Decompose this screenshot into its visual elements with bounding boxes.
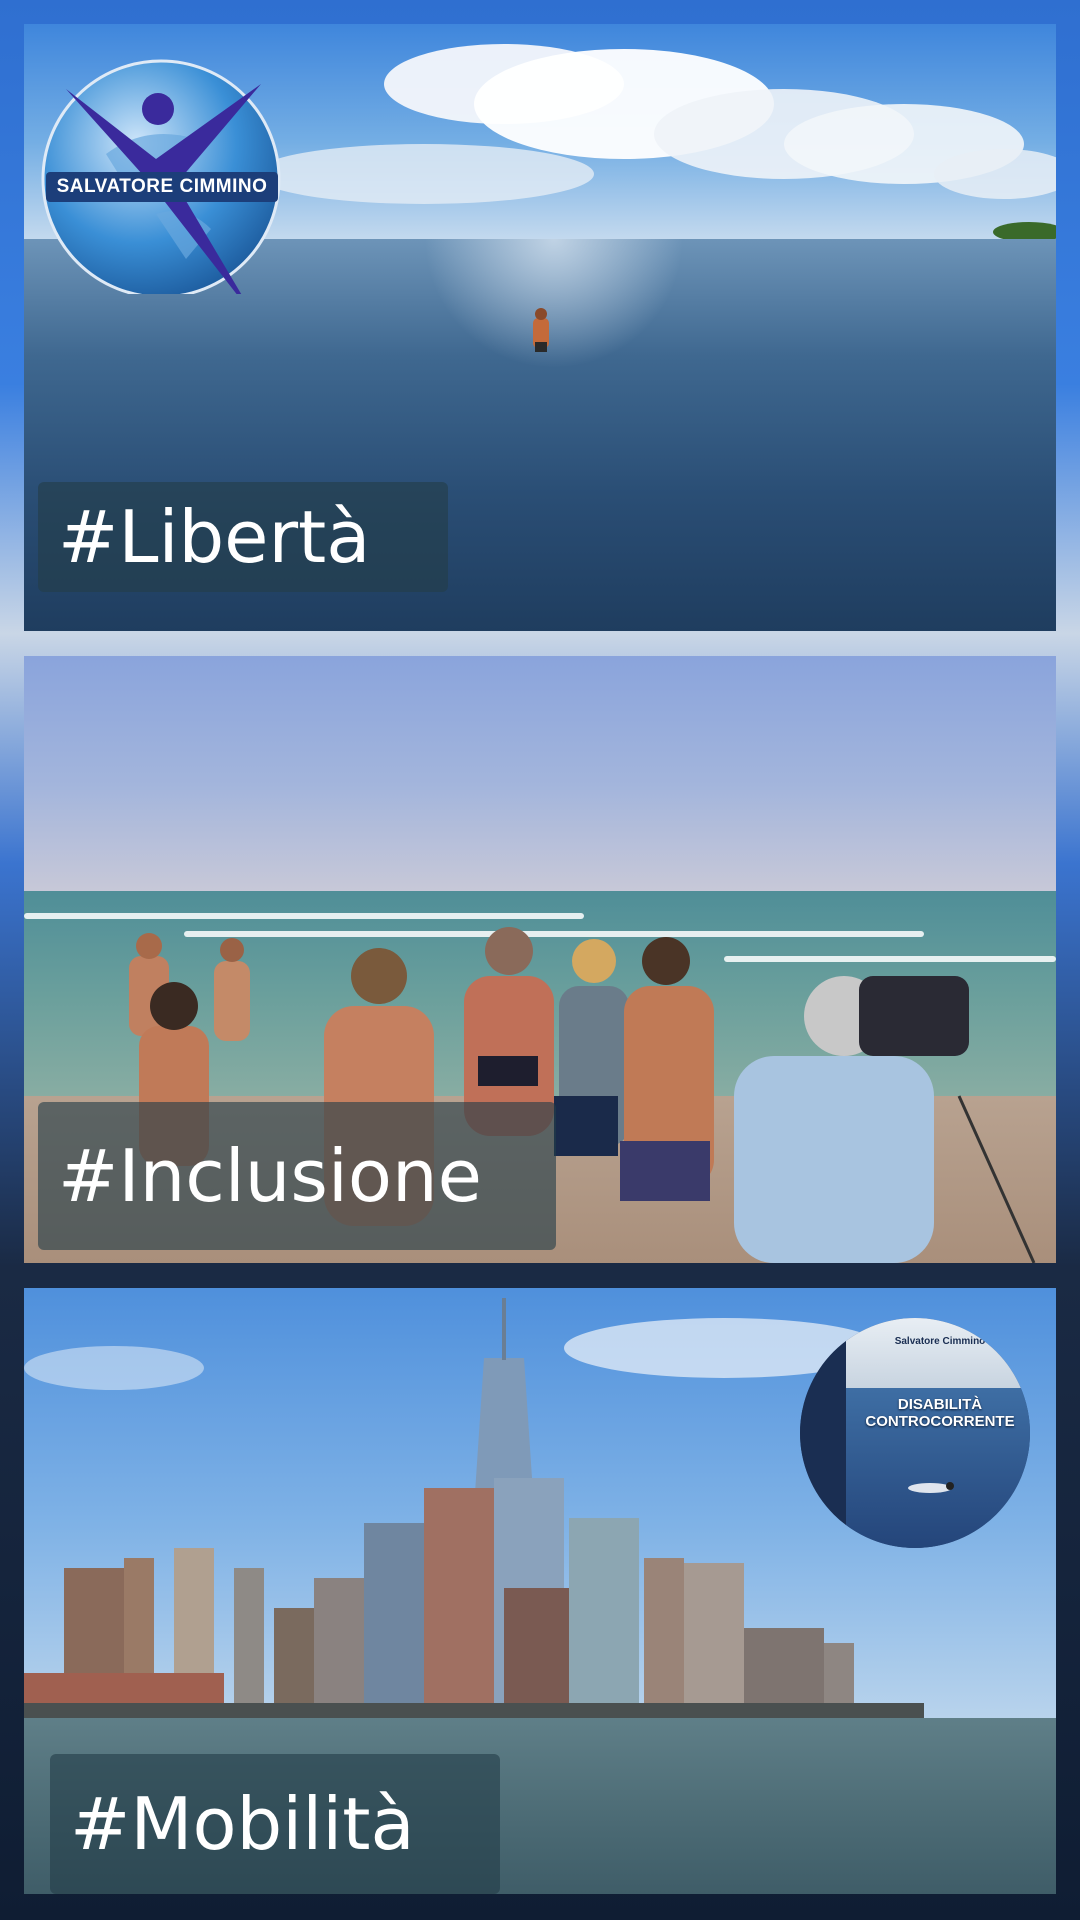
hashtag-liberta: #Libertà — [38, 482, 448, 592]
book-author: Salvatore Cimmino — [894, 1336, 986, 1347]
salvatore-cimmino-logo: SALVATORE CIMMINO — [36, 44, 286, 319]
hashtag-mobilita: #Mobilità — [50, 1754, 500, 1894]
book-cover-sky — [846, 1318, 1030, 1388]
book-title-line-2: CONTROCORRENTE — [865, 1413, 1015, 1431]
photo-panel-liberta: #Libertà SALVATORE CIMMINO — [24, 24, 1056, 631]
globe-icon — [41, 59, 281, 319]
logo-text: SALVATORE CIMMINO — [46, 172, 278, 202]
swimmer-icon — [908, 1482, 954, 1493]
hashtag-inclusione: #Inclusione — [38, 1102, 556, 1250]
book-title: DISABILITÀ CONTROCORRENTE — [850, 1396, 1030, 1431]
photo-panel-mobilita: Salvatore Cimmino DISABILITÀ CONTROCORRE… — [24, 1288, 1056, 1894]
photo-panel-inclusione: #Inclusione — [24, 656, 1056, 1263]
book-cover-badge: Salvatore Cimmino DISABILITÀ CONTROCORRE… — [800, 1318, 1030, 1548]
book-title-line-1: DISABILITÀ — [897, 1396, 983, 1413]
book-spine — [800, 1318, 846, 1548]
